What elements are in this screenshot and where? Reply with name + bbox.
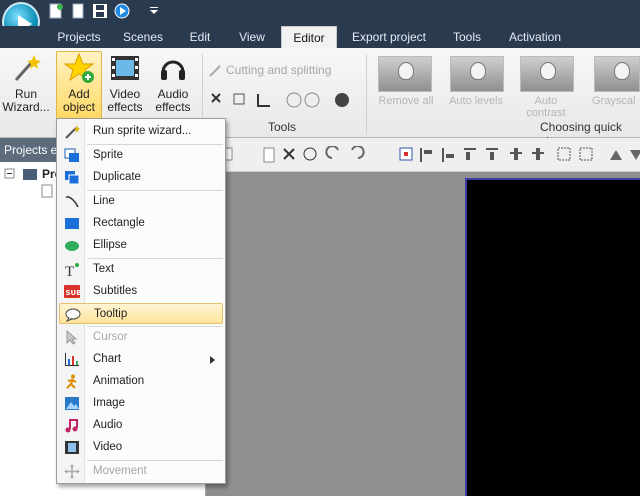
save-icon[interactable] <box>92 3 108 19</box>
tab-projects[interactable]: Projects <box>48 26 110 48</box>
tab-scenes[interactable]: Scenes <box>114 26 172 48</box>
quick-access-dropdown-icon[interactable] <box>146 3 162 19</box>
svg-text:T: T <box>65 264 74 277</box>
editor-toolbar-icons[interactable] <box>220 146 640 164</box>
svg-text:SUB: SUB <box>66 289 81 297</box>
animation-icon <box>64 374 80 389</box>
audio-icon <box>64 418 80 433</box>
headphones-icon <box>157 52 189 84</box>
image-icon <box>64 396 80 411</box>
text-icon: T <box>64 262 80 280</box>
menu-item-line[interactable]: Line <box>59 191 223 212</box>
play-icon[interactable] <box>114 3 130 19</box>
menu-item-rectangle[interactable]: Rectangle <box>59 213 223 234</box>
tooltip-icon <box>65 307 81 323</box>
menu-item-text[interactable]: T Text <box>59 259 223 280</box>
edit-tools-icons[interactable] <box>208 90 358 112</box>
tools-group-label: Tools <box>268 120 297 134</box>
quick-style-auto-contrast[interactable] <box>520 56 574 92</box>
cutting-and-splitting-button[interactable]: Cutting and splitting <box>208 64 348 77</box>
video-icon <box>64 440 80 455</box>
tree-expand-icon[interactable] <box>4 168 16 180</box>
ribbon-tabs: Projects Scenes Edit View Editor Export … <box>0 26 640 49</box>
duplicate-icon <box>64 170 80 185</box>
scene-canvas[interactable] <box>465 178 640 496</box>
quick-style-grayscale[interactable] <box>594 56 640 92</box>
run-wizard-button[interactable]: Run Wizard... <box>2 52 50 118</box>
video-effects-button[interactable]: Video effects <box>102 52 148 118</box>
quick-style-auto-levels[interactable] <box>450 56 504 92</box>
menu-item-tooltip[interactable]: Tooltip <box>59 303 223 324</box>
tab-editor[interactable]: Editor <box>281 26 337 49</box>
scissors-icon <box>208 64 222 78</box>
tab-edit[interactable]: Edit <box>178 26 222 48</box>
rectangle-icon <box>64 216 80 231</box>
tab-activation[interactable]: Activation <box>500 26 570 48</box>
film-icon <box>109 52 141 84</box>
menu-item-sprite[interactable]: Sprite <box>59 145 223 166</box>
menu-item-image[interactable]: Image <box>59 393 223 414</box>
title-bar <box>0 0 640 42</box>
sprite-icon <box>64 148 80 163</box>
menu-item-run-sprite-wizard[interactable]: Run sprite wizard... <box>59 121 223 142</box>
magic-wand-icon <box>64 124 80 139</box>
scene-icon[interactable] <box>40 184 54 198</box>
menu-item-movement: Movement <box>59 461 223 482</box>
work-area[interactable] <box>206 172 640 496</box>
audio-effects-button[interactable]: Audio effects <box>150 52 196 118</box>
line-icon <box>64 194 80 209</box>
menu-item-video[interactable]: Video <box>59 437 223 458</box>
menu-item-animation[interactable]: Animation <box>59 371 223 392</box>
cursor-icon <box>64 329 80 345</box>
new-file-icon[interactable] <box>48 3 64 19</box>
menu-item-subtitles[interactable]: SUB Subtitles <box>59 281 223 302</box>
add-object-star-icon <box>63 52 95 84</box>
project-icon <box>22 166 38 182</box>
menu-item-cursor: Cursor <box>59 327 223 348</box>
tab-view[interactable]: View <box>228 26 276 48</box>
quick-style-remove-all[interactable] <box>378 56 432 92</box>
menu-item-duplicate[interactable]: Duplicate <box>59 167 223 188</box>
menu-item-audio[interactable]: Audio <box>59 415 223 436</box>
editor-toolbar <box>206 138 640 172</box>
menu-item-ellipse[interactable]: Ellipse <box>59 235 223 256</box>
tools-row <box>208 90 358 112</box>
subtitles-icon: SUB <box>64 284 82 299</box>
add-object-menu: Run sprite wizard... Sprite Duplicate Li… <box>56 118 226 484</box>
tab-export-project[interactable]: Export project <box>344 26 434 48</box>
add-object-button[interactable]: Add object <box>56 51 102 119</box>
movement-icon <box>64 464 80 479</box>
tab-tools[interactable]: Tools <box>442 26 492 48</box>
magic-wand-icon <box>10 52 42 84</box>
ellipse-icon <box>64 238 80 253</box>
chart-icon <box>64 352 80 367</box>
open-file-icon[interactable] <box>70 3 86 19</box>
submenu-arrow-icon <box>210 356 215 364</box>
menu-item-chart[interactable]: Chart <box>59 349 223 370</box>
